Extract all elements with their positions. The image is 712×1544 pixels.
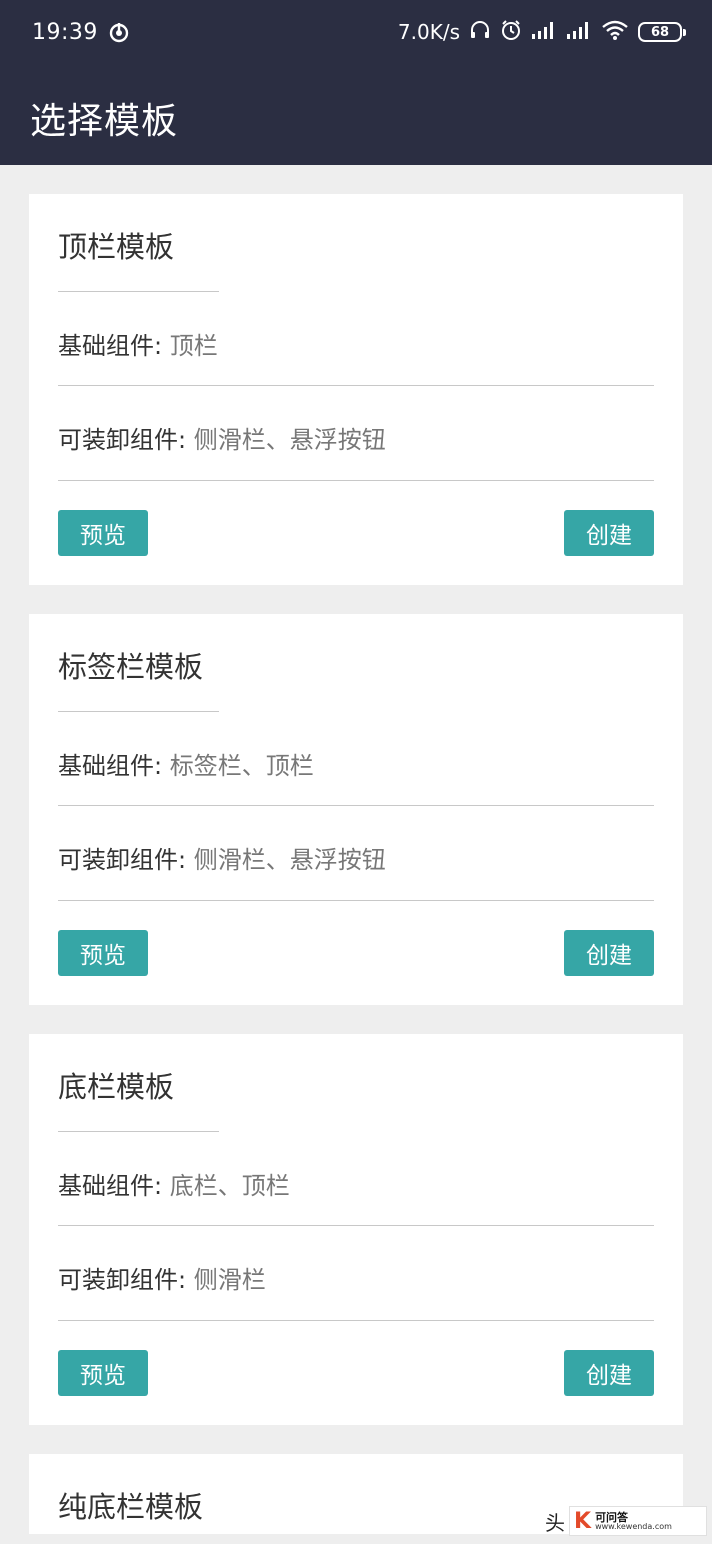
app-header: 19:39 7.0K/s 68 选择模板 <box>0 0 712 165</box>
base-components-label: 基础组件: <box>58 1172 163 1200</box>
status-time: 19:39 <box>32 19 98 45</box>
preview-button[interactable]: 预览 <box>58 1350 148 1396</box>
preview-button[interactable]: 预览 <box>58 930 148 976</box>
optional-components-label: 可装卸组件: <box>58 846 187 874</box>
divider <box>58 900 654 901</box>
base-components-row: 基础组件: 顶栏 <box>58 326 654 361</box>
create-button[interactable]: 创建 <box>564 930 654 976</box>
template-card: 标签栏模板 基础组件: 标签栏、顶栏 可装卸组件: 侧滑栏、悬浮按钮 预览 创建 <box>29 614 683 1005</box>
title-underline <box>58 291 219 292</box>
status-bar: 19:39 7.0K/s 68 <box>0 0 712 64</box>
preview-button[interactable]: 预览 <box>58 510 148 556</box>
status-icons: 7.0K/s 68 <box>397 19 686 45</box>
optional-components-label: 可装卸组件: <box>58 1266 187 1294</box>
alarm-icon <box>500 19 522 45</box>
title-underline <box>58 711 219 712</box>
watermark-logo: K 可问答 www.kewenda.com <box>569 1506 707 1536</box>
watermark-url: www.kewenda.com <box>595 1521 672 1531</box>
base-components-row: 基础组件: 底栏、顶栏 <box>58 1166 654 1201</box>
optional-components-row: 可装卸组件: 侧滑栏、悬浮按钮 <box>58 840 654 875</box>
card-title: 纯底栏模板 <box>58 1490 204 1524</box>
divider <box>58 805 654 806</box>
template-card: 底栏模板 基础组件: 底栏、顶栏 可装卸组件: 侧滑栏 预览 创建 <box>29 1034 683 1425</box>
wifi-icon <box>601 19 629 45</box>
card-title: 底栏模板 <box>58 1070 175 1104</box>
base-components-value: 底栏、顶栏 <box>169 1172 290 1200</box>
title-underline <box>58 1131 219 1132</box>
watermark: 头 K 可问答 www.kewenda.com <box>545 1506 707 1536</box>
optional-components-value: 侧滑栏 <box>193 1266 266 1294</box>
base-components-value: 顶栏 <box>169 332 218 360</box>
template-list: 顶栏模板 基础组件: 顶栏 可装卸组件: 侧滑栏、悬浮按钮 预览 创建 标签栏模… <box>29 194 683 1544</box>
divider <box>58 385 654 386</box>
create-button[interactable]: 创建 <box>564 1350 654 1396</box>
optional-components-row: 可装卸组件: 侧滑栏 <box>58 1260 654 1295</box>
card-title: 顶栏模板 <box>58 230 175 264</box>
optional-components-value: 侧滑栏、悬浮按钮 <box>193 846 386 874</box>
base-components-label: 基础组件: <box>58 752 163 780</box>
page-title: 选择模板 <box>30 101 179 142</box>
template-card: 顶栏模板 基础组件: 顶栏 可装卸组件: 侧滑栏、悬浮按钮 预览 创建 <box>29 194 683 585</box>
optional-components-row: 可装卸组件: 侧滑栏、悬浮按钮 <box>58 420 654 455</box>
headset-icon <box>469 19 491 45</box>
battery-icon: 68 <box>638 22 686 42</box>
card-title: 标签栏模板 <box>58 650 204 684</box>
base-components-label: 基础组件: <box>58 332 163 360</box>
watermark-char: 头 <box>545 1510 565 1535</box>
watermark-logo-letter: K <box>574 1508 592 1534</box>
divider <box>58 1320 654 1321</box>
signal-icon <box>531 20 557 44</box>
optional-components-value: 侧滑栏、悬浮按钮 <box>193 426 386 454</box>
create-button[interactable]: 创建 <box>564 510 654 556</box>
base-components-value: 标签栏、顶栏 <box>169 752 314 780</box>
network-speed: 7.0K/s <box>397 20 460 44</box>
nfc-icon <box>108 21 130 43</box>
base-components-row: 基础组件: 标签栏、顶栏 <box>58 746 654 781</box>
signal-icon <box>566 20 592 44</box>
watermark-name: 可问答 <box>595 1510 629 1524</box>
battery-level: 68 <box>650 24 670 40</box>
optional-components-label: 可装卸组件: <box>58 426 187 454</box>
divider <box>58 480 654 481</box>
divider <box>58 1225 654 1226</box>
